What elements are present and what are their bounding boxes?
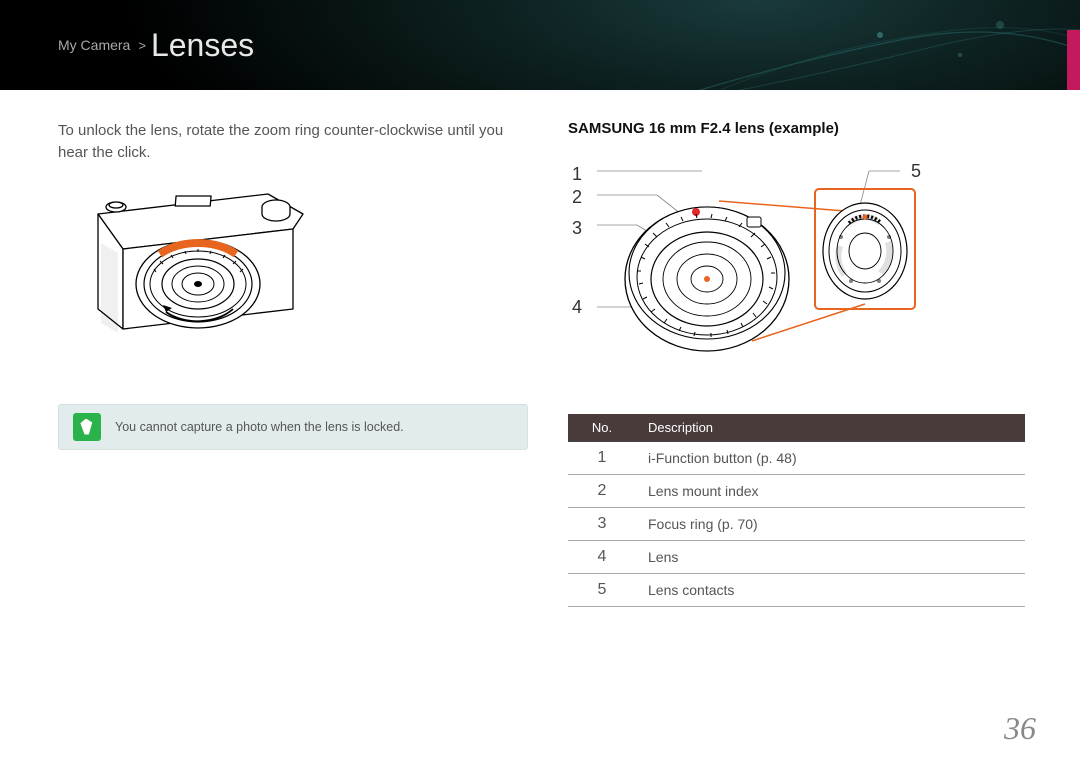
cell-no: 5 xyxy=(568,574,636,607)
table-row: 2 Lens mount index xyxy=(568,475,1025,508)
description-table: No. Description 1 i-Function button (p. … xyxy=(568,414,1025,607)
cell-no: 4 xyxy=(568,541,636,574)
table-row: 4 Lens xyxy=(568,541,1025,574)
page-number: 36 xyxy=(1004,710,1036,747)
cell-desc: Lens contacts xyxy=(636,574,1025,607)
breadcrumb: My Camera xyxy=(58,37,130,53)
header-desc: Description xyxy=(636,414,1025,442)
note-box: You cannot capture a photo when the lens… xyxy=(58,404,528,450)
header-swirl-graphic xyxy=(700,0,1080,90)
cell-desc: Lens xyxy=(636,541,1025,574)
pink-side-tab xyxy=(1067,30,1080,90)
left-column: To unlock the lens, rotate the zoom ring… xyxy=(58,120,528,607)
right-column: SAMSUNG 16 mm F2.4 lens (example) 1 2 3 … xyxy=(568,120,1025,607)
cell-no: 1 xyxy=(568,442,636,475)
lens-svg: 5 xyxy=(597,149,927,384)
table-header-row: No. Description xyxy=(568,414,1025,442)
note-text: You cannot capture a photo when the lens… xyxy=(115,420,404,434)
cell-desc: Focus ring (p. 70) xyxy=(636,508,1025,541)
breadcrumb-arrow: > xyxy=(138,38,146,53)
lens-example-title: SAMSUNG 16 mm F2.4 lens (example) xyxy=(568,120,1025,137)
cell-no: 3 xyxy=(568,508,636,541)
cell-desc: Lens mount index xyxy=(636,475,1025,508)
header-bar: My Camera > Lenses xyxy=(0,0,1080,90)
cell-no: 2 xyxy=(568,475,636,508)
table-row: 1 i-Function button (p. 48) xyxy=(568,442,1025,475)
table-row: 3 Focus ring (p. 70) xyxy=(568,508,1025,541)
callout-3: 3 xyxy=(572,218,592,239)
callout-2: 2 xyxy=(572,187,592,208)
cell-desc: i-Function button (p. 48) xyxy=(636,442,1025,475)
page-title: Lenses xyxy=(151,27,254,64)
diagram-labels-left: 1 2 3 4 xyxy=(572,149,592,384)
header-no: No. xyxy=(568,414,636,442)
callout-5: 5 xyxy=(911,161,921,182)
content-area: To unlock the lens, rotate the zoom ring… xyxy=(0,90,1080,607)
camera-illustration xyxy=(68,174,328,379)
callout-1: 1 xyxy=(572,164,592,185)
intro-text: To unlock the lens, rotate the zoom ring… xyxy=(58,120,528,164)
callout-4: 4 xyxy=(572,297,592,318)
note-icon xyxy=(73,413,101,441)
table-row: 5 Lens contacts xyxy=(568,574,1025,607)
lens-diagram: 1 2 3 4 5 xyxy=(572,149,1025,384)
